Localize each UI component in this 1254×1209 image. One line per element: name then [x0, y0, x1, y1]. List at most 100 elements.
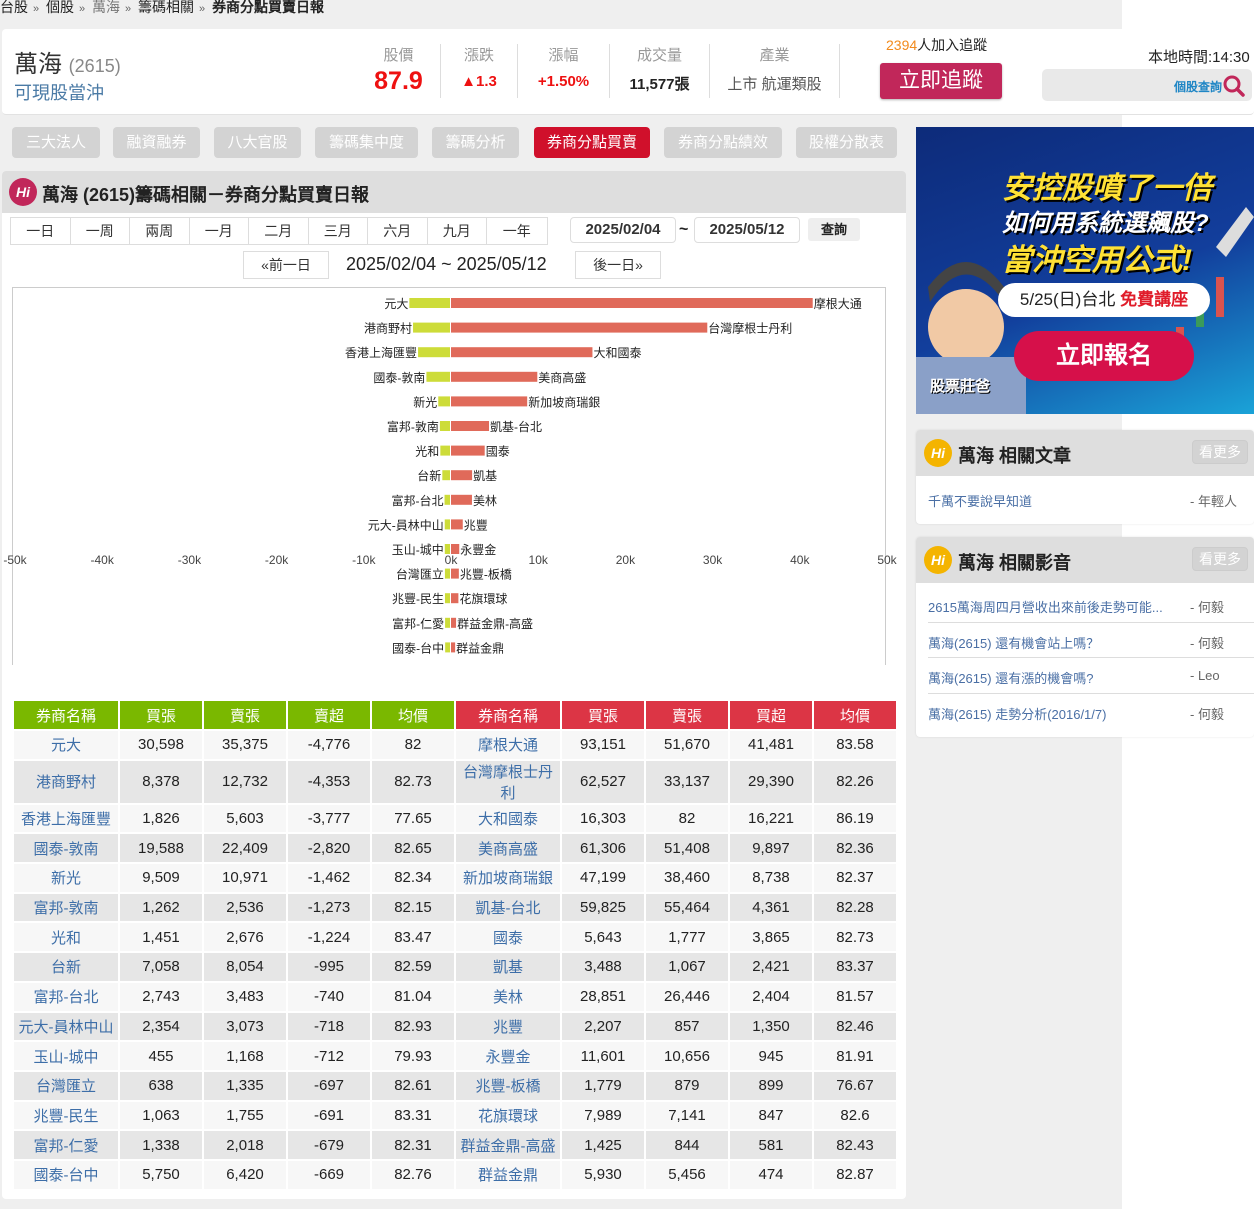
broker-name-link[interactable]: 台新: [14, 953, 118, 981]
sell-bar-label: 富邦-敦南: [387, 419, 439, 434]
broker-name-link[interactable]: 凱基-台北: [456, 893, 560, 922]
ad-register-button[interactable]: 立即報名: [1014, 331, 1194, 381]
table-cell: 1,755: [204, 1101, 286, 1130]
table-cell: 82.15: [372, 893, 454, 922]
table-cell: 82.73: [372, 760, 454, 803]
broker-name-link[interactable]: 富邦-仁愛: [14, 1131, 118, 1159]
table-cell: 83.47: [372, 923, 454, 952]
search-label: 個股查詢: [1173, 80, 1222, 94]
broker-name-link[interactable]: 新光: [14, 864, 118, 892]
broker-name-link[interactable]: 光和: [14, 923, 118, 952]
videos-more-button[interactable]: 看更多: [1192, 547, 1248, 571]
video-title[interactable]: 萬海(2615) 走勢分析(2016/1/7): [928, 704, 1106, 723]
tab-gov-banks[interactable]: 八大官股: [214, 127, 301, 158]
broker-name-link[interactable]: 兆豐-板橋: [456, 1071, 560, 1100]
broker-name-link[interactable]: 群益金鼎: [456, 1160, 560, 1189]
broker-name-link[interactable]: 香港上海匯豐: [14, 804, 118, 833]
period-1m[interactable]: 一月: [190, 218, 249, 244]
period-3m[interactable]: 三月: [309, 218, 368, 244]
broker-name-link[interactable]: 凱基: [456, 953, 560, 981]
tab-institutional[interactable]: 三大法人: [12, 127, 100, 158]
query-button[interactable]: 查詢: [808, 218, 860, 241]
period-9m[interactable]: 九月: [428, 218, 487, 244]
sell-bar-label: 台新: [417, 468, 441, 483]
broker-name-link[interactable]: 富邦-敦南: [14, 893, 118, 922]
table-cell: 899: [730, 1071, 812, 1100]
broker-name-link[interactable]: 富邦-台北: [14, 982, 118, 1011]
broker-name-link[interactable]: 花旗環球: [456, 1101, 560, 1130]
breadcrumb-link[interactable]: 個股: [46, 0, 74, 15]
tab-margin[interactable]: 融資融券: [113, 127, 200, 158]
period-6m[interactable]: 六月: [368, 218, 428, 244]
broker-name-link[interactable]: 台灣摩根士丹利: [456, 760, 560, 803]
follow-button[interactable]: 立即追蹤: [880, 63, 1002, 99]
articles-more-button[interactable]: 看更多: [1192, 440, 1248, 464]
table-cell: 3,865: [730, 923, 812, 952]
broker-name-link[interactable]: 台灣匯立: [14, 1071, 118, 1100]
start-date-input[interactable]: 2025/02/04: [570, 217, 676, 243]
table-cell: 8,054: [204, 953, 286, 981]
sell-bar: [413, 322, 450, 333]
tab-concentration[interactable]: 籌碼集中度: [315, 127, 418, 158]
broker-name-link[interactable]: 美商高盛: [456, 834, 560, 863]
period-1d[interactable]: 一日: [11, 218, 71, 244]
table-cell: 33,137: [646, 760, 728, 803]
broker-name-link[interactable]: 國泰-敦南: [14, 834, 118, 863]
breadcrumb-link[interactable]: 台股: [0, 0, 28, 15]
prev-day-button[interactable]: «前一日: [243, 251, 329, 279]
table-cell: 474: [730, 1160, 812, 1189]
video-item[interactable]: 2615萬海周四月營收出來前後走勢可能... - 何毅: [928, 587, 1254, 623]
broker-report-panel: Hi 萬海 (2615)籌碼相關－券商分點買賣日報 一日 一周 兩周 一月 二月…: [2, 171, 906, 1199]
table-cell: 1,338: [120, 1131, 202, 1159]
end-date-input[interactable]: 2025/05/12: [694, 217, 800, 243]
broker-name-link[interactable]: 美林: [456, 982, 560, 1011]
broker-name-link[interactable]: 新加坡商瑞銀: [456, 864, 560, 892]
stat-value: 上市 航運類股: [727, 76, 822, 93]
table-row: 光和 1,451 2,676 -1,224 83.47 國泰 5,643 1,777 3,865…: [14, 923, 896, 952]
video-item[interactable]: 萬海(2615) 還有機會站上嗎？ - 何毅: [928, 623, 1254, 658]
broker-name-link[interactable]: 元大: [14, 731, 118, 759]
period-2m[interactable]: 二月: [249, 218, 309, 244]
video-title[interactable]: 萬海(2615) 還有漲的機會嗎?: [928, 668, 1093, 687]
table-row: 新光 9,509 10,971 -1,462 82.34 新加坡商瑞銀 47,199 38,4…: [14, 864, 896, 892]
table-cell: 10,656: [646, 1042, 728, 1070]
table-cell: 2,404: [730, 982, 812, 1011]
search-icon[interactable]: [1222, 74, 1246, 98]
tab-chip-analysis[interactable]: 籌碼分析: [432, 127, 519, 158]
table-cell: 455: [120, 1042, 202, 1070]
period-1y[interactable]: 一年: [487, 218, 547, 244]
stock-search-input[interactable]: 個股查詢: [1042, 69, 1252, 101]
broker-name-link[interactable]: 國泰: [456, 923, 560, 952]
broker-name-link[interactable]: 港商野村: [14, 760, 118, 803]
article-item[interactable]: 千萬不要說早知道 - 年輕人: [928, 476, 1254, 522]
broker-name-link[interactable]: 摩根大通: [456, 731, 560, 759]
video-item[interactable]: 萬海(2615) 還有漲的機會嗎? - Leo: [928, 658, 1254, 694]
breadcrumb-link[interactable]: 萬海: [92, 0, 120, 15]
tab-broker-performance[interactable]: 券商分點績效: [664, 127, 782, 158]
broker-name-link[interactable]: 玉山-城中: [14, 1042, 118, 1070]
breadcrumb-link[interactable]: 籌碼相關: [138, 0, 194, 15]
table-cell: 5,603: [204, 804, 286, 833]
article-title[interactable]: 千萬不要說早知道: [928, 491, 1032, 510]
broker-name-link[interactable]: 兆豐: [456, 1012, 560, 1041]
broker-name-link[interactable]: 國泰-台中: [14, 1160, 118, 1189]
period-2w[interactable]: 兩周: [130, 218, 190, 244]
period-1w[interactable]: 一周: [71, 218, 130, 244]
tab-shareholding[interactable]: 股權分散表: [796, 127, 897, 158]
tab-broker-trades[interactable]: 券商分點買賣: [534, 127, 650, 158]
broker-name-link[interactable]: 群益金鼎-高盛: [456, 1131, 560, 1159]
broker-name-link[interactable]: 大和國泰: [456, 804, 560, 833]
table-cell: 22,409: [204, 834, 286, 863]
stat-label: 股價: [383, 47, 414, 64]
video-title[interactable]: 萬海(2615) 還有機會站上嗎？: [928, 633, 1099, 652]
broker-name-link[interactable]: 元大-員林中山: [14, 1012, 118, 1041]
sell-bar-label: 光和: [415, 445, 439, 459]
video-item[interactable]: 萬海(2615) 走勢分析(2016/1/7) - 何毅: [928, 694, 1254, 730]
broker-name-link[interactable]: 兆豐-民生: [14, 1101, 118, 1130]
video-title[interactable]: 2615萬海周四月營收出來前後走勢可能...: [928, 597, 1163, 616]
table-cell: 82: [372, 731, 454, 759]
next-day-button[interactable]: 後一日»: [575, 251, 661, 279]
broker-name-link[interactable]: 永豐金: [456, 1042, 560, 1070]
ad-banner[interactable]: 安控股噴了一倍 如何用系統選飆股? 當沖空用公式! 5/25(日)台北 免費講座…: [916, 127, 1254, 414]
period-selector: 一日 一周 兩周 一月 二月 三月 六月 九月 一年: [10, 217, 548, 245]
